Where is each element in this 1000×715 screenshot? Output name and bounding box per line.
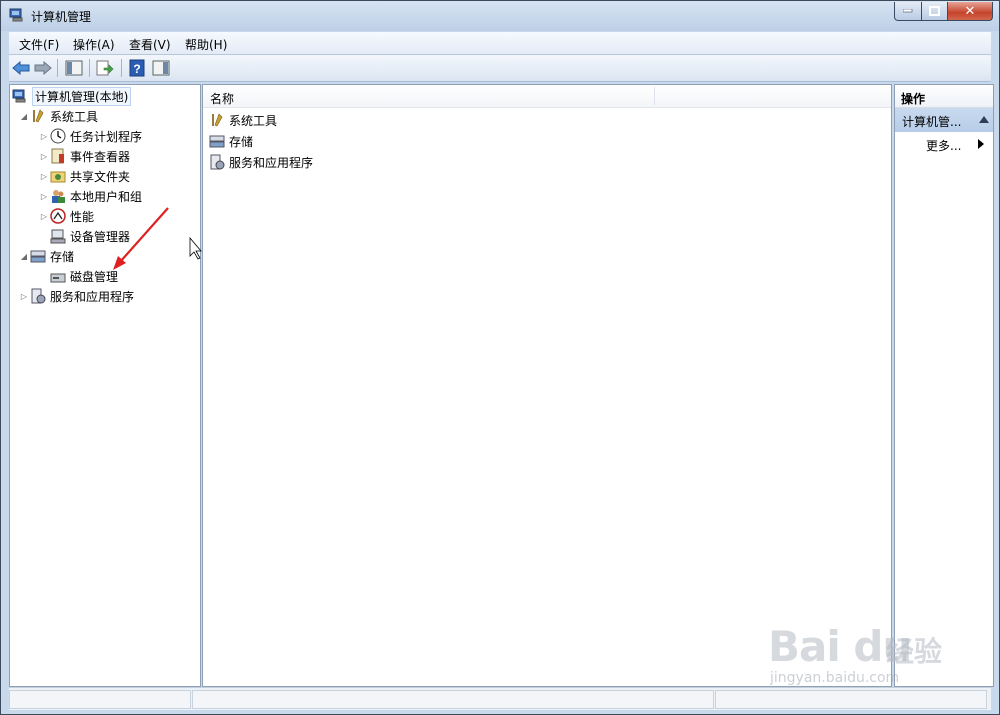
menu-action[interactable]: 操作(A) xyxy=(73,36,115,53)
tools-icon xyxy=(209,112,225,128)
column-header[interactable]: 名称 xyxy=(203,85,891,108)
computer-management-window: 计算机管理 ✕ 文件(F) 操作(A) 查看(V) 帮助(H) ? 计算机管理(… xyxy=(0,0,1000,715)
collapse-arrow-icon[interactable]: ◢ xyxy=(18,112,30,121)
tree-item-label: 服务和应用程序 xyxy=(50,289,135,304)
event-viewer-icon xyxy=(50,148,66,164)
computer-management-icon xyxy=(9,8,25,22)
services-icon xyxy=(30,288,46,304)
tree-item-label: 本地用户和组 xyxy=(70,189,143,204)
storage-icon xyxy=(209,133,225,149)
services-icon xyxy=(209,154,225,170)
expand-arrow-icon[interactable]: ▷ xyxy=(18,292,30,301)
status-cell xyxy=(9,690,191,709)
actions-pane: 操作 计算机管... 更多... xyxy=(894,84,994,687)
list-item-label: 系统工具 xyxy=(229,113,278,128)
back-icon[interactable] xyxy=(11,58,31,77)
toolbar: ? xyxy=(9,55,991,82)
computer-management-icon xyxy=(12,88,28,104)
list-item-system-tools[interactable]: 系统工具 xyxy=(209,111,277,129)
menu-file[interactable]: 文件(F) xyxy=(19,36,59,53)
status-cell xyxy=(715,690,987,709)
expand-arrow-icon[interactable]: ▷ xyxy=(38,132,50,141)
expand-arrow-icon[interactable]: ▷ xyxy=(38,172,50,181)
title-bar[interactable]: 计算机管理 ✕ xyxy=(1,1,999,31)
tree-item-shared-folders[interactable]: ▷ 共享文件夹 xyxy=(38,167,130,185)
close-button[interactable]: ✕ xyxy=(948,2,993,21)
column-divider[interactable] xyxy=(654,87,655,105)
tree-item-label: 计算机管理(本地) xyxy=(32,86,132,106)
show-hide-tree-icon[interactable] xyxy=(64,58,84,77)
export-list-icon[interactable] xyxy=(95,58,115,77)
tools-icon xyxy=(30,108,46,124)
tree-item-label: 存储 xyxy=(50,249,75,264)
window-title: 计算机管理 xyxy=(31,10,92,24)
status-bar xyxy=(9,687,991,710)
tree-item-storage[interactable]: ◢ 存储 xyxy=(18,247,74,265)
expand-arrow-icon[interactable]: ▷ xyxy=(38,212,50,221)
watermark-text: 经验 xyxy=(886,635,943,668)
tree-item-label: 共享文件夹 xyxy=(70,169,131,184)
tree-item-performance[interactable]: ▷ 性能 xyxy=(38,207,94,225)
menu-help[interactable]: 帮助(H) xyxy=(185,36,227,53)
list-item-label: 服务和应用程序 xyxy=(229,155,314,170)
menu-view[interactable]: 查看(V) xyxy=(129,36,171,53)
tree-item-label: 事件查看器 xyxy=(70,149,131,164)
actions-section-computer-management[interactable]: 计算机管... xyxy=(895,108,993,132)
tree-item-label: 磁盘管理 xyxy=(70,269,119,284)
tree-item-label: 任务计划程序 xyxy=(70,129,143,144)
collapse-up-icon[interactable] xyxy=(979,116,989,123)
users-icon xyxy=(50,188,66,204)
expand-arrow-icon[interactable]: ▷ xyxy=(38,192,50,201)
more-actions-item[interactable]: 更多... xyxy=(926,137,961,154)
actions-title: 操作 xyxy=(901,92,926,106)
menu-bar: 文件(F) 操作(A) 查看(V) 帮助(H) xyxy=(9,32,991,55)
tree-item-local-users-groups[interactable]: ▷ 本地用户和组 xyxy=(38,187,142,205)
results-pane: 名称 系统工具 存储 服务和应用程序 xyxy=(202,84,892,687)
svg-text:?: ? xyxy=(133,62,140,76)
watermark-url: jingyan.baidu.com xyxy=(770,670,900,686)
list-item-label: 存储 xyxy=(229,134,254,149)
help-icon[interactable]: ? xyxy=(127,58,147,77)
submenu-arrow-icon[interactable] xyxy=(978,139,984,149)
clock-icon xyxy=(50,128,66,144)
tree-item-disk-management[interactable]: 磁盘管理 xyxy=(38,267,118,285)
expand-arrow-icon[interactable]: ▷ xyxy=(38,152,50,161)
disk-icon xyxy=(50,268,66,284)
tree-item-label: 设备管理器 xyxy=(70,229,131,244)
minimize-button[interactable] xyxy=(894,2,922,21)
actions-section-label: 计算机管... xyxy=(902,115,962,129)
column-name-header[interactable]: 名称 xyxy=(210,90,234,107)
tree-item-services-applications[interactable]: ▷ 服务和应用程序 xyxy=(18,287,134,305)
device-manager-icon xyxy=(50,228,66,244)
tree-item-task-scheduler[interactable]: ▷ 任务计划程序 xyxy=(38,127,142,145)
tree-item-root[interactable]: 计算机管理(本地) xyxy=(12,86,132,106)
storage-icon xyxy=(30,248,46,264)
tree-item-device-manager[interactable]: 设备管理器 xyxy=(38,227,130,245)
shared-folder-icon xyxy=(50,168,66,184)
tree-item-label: 性能 xyxy=(70,209,95,224)
performance-icon xyxy=(50,208,66,224)
maximize-button[interactable] xyxy=(922,2,948,21)
baidu-watermark: Bai du 经验 jingyan.baidu.com xyxy=(768,610,948,690)
show-hide-action-pane-icon[interactable] xyxy=(151,58,171,77)
tree-item-system-tools[interactable]: ◢ 系统工具 xyxy=(18,107,98,125)
tree-item-event-viewer[interactable]: ▷ 事件查看器 xyxy=(38,147,130,165)
tree-item-label: 系统工具 xyxy=(50,109,99,124)
forward-icon[interactable] xyxy=(33,58,53,77)
list-item-services-applications[interactable]: 服务和应用程序 xyxy=(209,153,313,171)
status-cell xyxy=(192,690,714,709)
console-tree: 计算机管理(本地) ◢ 系统工具 ▷ 任务计划程序 ▷ 事件查看器 ▷ 共享文件… xyxy=(9,84,201,687)
list-item-storage[interactable]: 存储 xyxy=(209,132,253,150)
collapse-arrow-icon[interactable]: ◢ xyxy=(18,252,30,261)
